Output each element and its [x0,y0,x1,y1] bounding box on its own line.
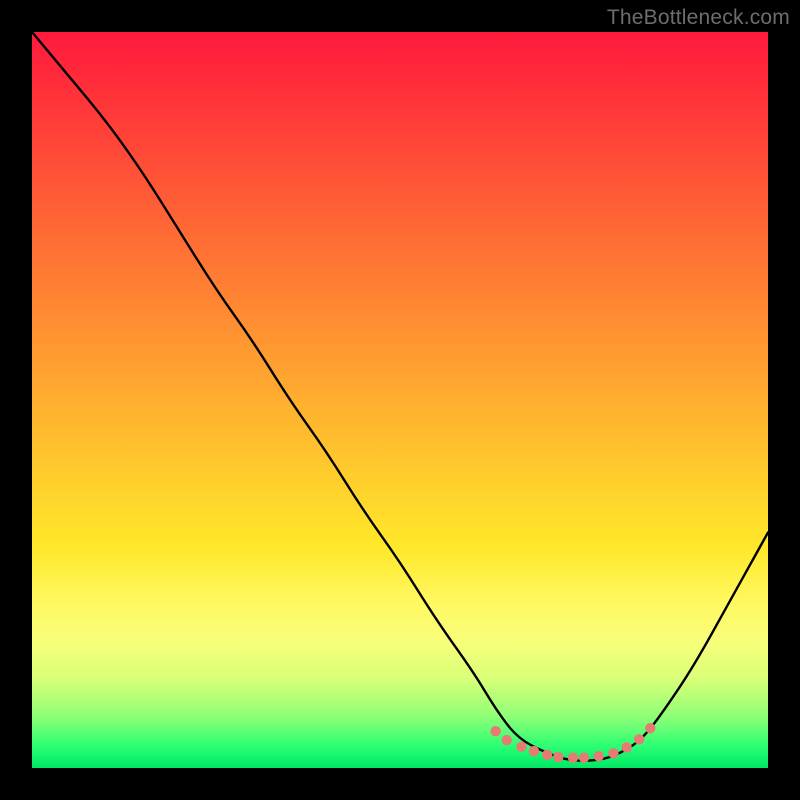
bottleneck-curve-path [32,32,768,761]
optimal-marker-dot [502,735,512,745]
optimal-marker-dot [579,753,589,763]
chart-svg-layer [32,32,768,768]
optimal-marker-dot [490,726,500,736]
optimal-marker-dot [645,723,655,733]
optimal-marker-dot [553,752,563,762]
optimal-markers-group [490,723,655,763]
optimal-marker-dot [529,746,539,756]
optimal-marker-dot [542,750,552,760]
bottleneck-curve [32,32,768,761]
chart-plot-area [32,32,768,768]
optimal-marker-dot [568,753,578,763]
chart-frame: TheBottleneck.com [0,0,800,800]
watermark-text: TheBottleneck.com [607,6,790,30]
optimal-marker-dot [594,751,604,761]
optimal-marker-dot [608,748,618,758]
optimal-marker-dot [634,734,644,744]
optimal-marker-dot [621,742,631,752]
optimal-marker-dot [516,741,526,751]
